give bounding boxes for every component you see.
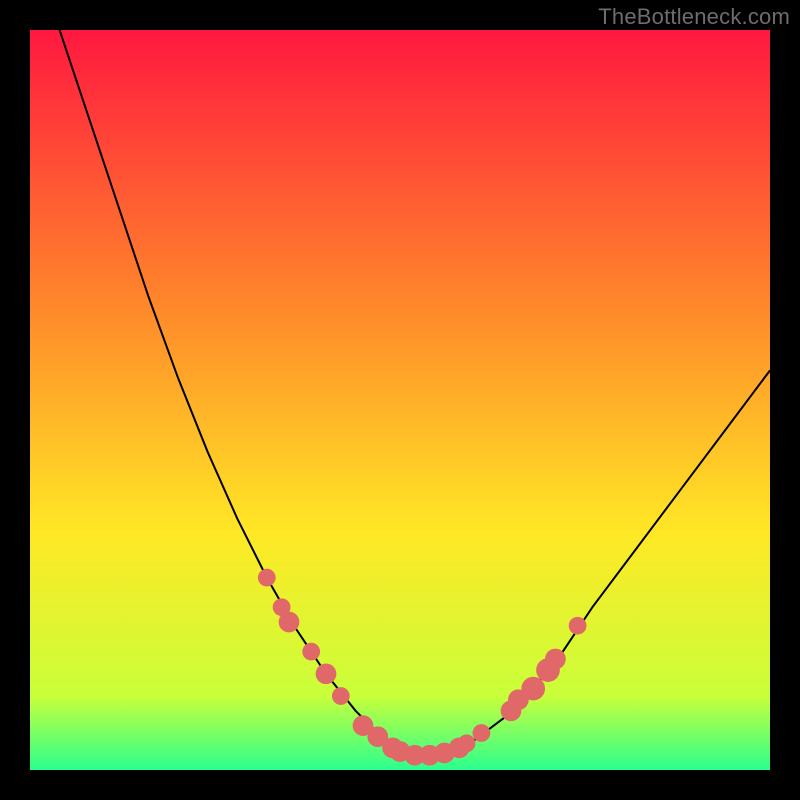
- outer-frame: TheBottleneck.com: [0, 0, 800, 800]
- curve-marker: [473, 724, 491, 742]
- plot-area: [30, 30, 770, 770]
- gradient-background: [30, 30, 770, 770]
- chart-svg: [30, 30, 770, 770]
- curve-marker: [332, 687, 350, 705]
- curve-marker: [569, 617, 587, 635]
- curve-marker: [258, 569, 276, 587]
- curve-marker: [545, 649, 566, 670]
- curve-marker: [279, 612, 300, 633]
- curve-marker: [458, 734, 476, 752]
- watermark-text: TheBottleneck.com: [598, 4, 790, 30]
- curve-marker: [316, 663, 337, 684]
- curve-marker: [521, 677, 545, 701]
- curve-marker: [302, 643, 320, 661]
